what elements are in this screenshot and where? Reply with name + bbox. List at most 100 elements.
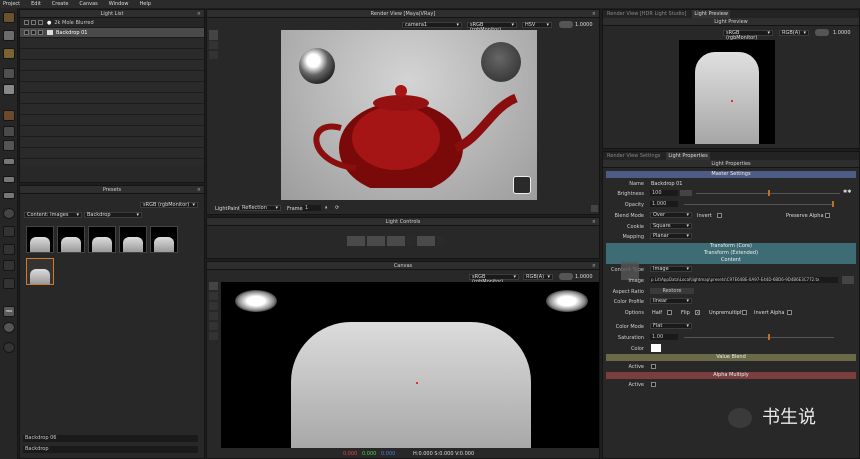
mask-icon[interactable] bbox=[3, 260, 15, 271]
preset-thumbnail-selected[interactable] bbox=[26, 258, 54, 285]
color-profile-dropdown[interactable]: linear bbox=[650, 298, 692, 304]
saturation-slider-handle[interactable] bbox=[768, 334, 770, 340]
image-path-field[interactable]: p Lit\AppData\Local\lightmap\presets\C97… bbox=[650, 277, 838, 283]
star-icon[interactable]: ✱✱ bbox=[843, 189, 851, 195]
move-icon[interactable] bbox=[209, 282, 218, 290]
tab-render-view-settings[interactable]: Render View Settings bbox=[607, 152, 660, 160]
opacity-slider-handle[interactable] bbox=[832, 201, 834, 207]
hand-icon[interactable] bbox=[209, 302, 218, 310]
master-settings-header[interactable]: Master Settings bbox=[606, 171, 856, 178]
preset-content-dropdown[interactable]: Content: Images bbox=[24, 212, 82, 218]
render-colorspace-dropdown[interactable]: sRGB (rgbMonitor) bbox=[467, 22, 517, 33]
alpha-multiply-active-checkbox[interactable] bbox=[651, 382, 656, 387]
scale-icon[interactable] bbox=[387, 236, 405, 246]
exposure-icon[interactable] bbox=[559, 21, 573, 28]
refresh-icon[interactable]: ⟳ bbox=[335, 205, 339, 211]
pointer-icon[interactable] bbox=[209, 41, 218, 49]
transform-extended-header[interactable]: Transform (Extended) bbox=[606, 250, 856, 257]
saturation-input[interactable]: 1.00 bbox=[650, 334, 678, 340]
render-mode-dropdown[interactable]: HSV bbox=[522, 22, 552, 28]
close-icon[interactable]: × bbox=[197, 10, 201, 18]
preset-thumbnail[interactable] bbox=[57, 226, 85, 253]
lightpaint-dropdown[interactable]: Reflection bbox=[239, 205, 281, 211]
color-swatch[interactable] bbox=[651, 344, 661, 352]
render-exposure[interactable]: 1.0000 bbox=[575, 22, 593, 28]
preset-thumbnail[interactable] bbox=[26, 226, 54, 253]
menu-project[interactable]: Project bbox=[3, 1, 20, 7]
menu-canvas[interactable]: Canvas bbox=[79, 1, 97, 7]
close-icon[interactable]: × bbox=[592, 262, 596, 270]
tab-render-view-hdr[interactable]: Render View [HDR Light Studio] bbox=[607, 10, 686, 18]
folder-icon[interactable] bbox=[842, 276, 854, 284]
eyedrop-icon[interactable] bbox=[209, 51, 218, 59]
value-blend-header[interactable]: Value Blend bbox=[606, 354, 856, 361]
close-icon[interactable]: × bbox=[592, 218, 596, 226]
flip-icon[interactable] bbox=[3, 278, 15, 289]
close-icon[interactable]: × bbox=[592, 10, 596, 18]
frame-input[interactable]: 1 bbox=[303, 205, 321, 211]
exposure-icon[interactable] bbox=[559, 273, 573, 280]
band-tool-icon[interactable] bbox=[3, 192, 15, 199]
rotate-icon[interactable] bbox=[347, 236, 365, 246]
blend-mode-dropdown[interactable]: Over bbox=[650, 212, 692, 218]
tab-light-properties[interactable]: Light Properties bbox=[666, 152, 710, 160]
name-value[interactable]: Backdrop 01 bbox=[651, 181, 682, 187]
shape-tool-icon[interactable] bbox=[3, 68, 15, 79]
gradient-tool-icon[interactable] bbox=[3, 158, 15, 165]
menu-window[interactable]: Window bbox=[109, 1, 129, 7]
target-tool-icon[interactable] bbox=[3, 84, 15, 95]
camera-dropdown[interactable]: camera1 bbox=[402, 22, 462, 28]
invert-checkbox[interactable] bbox=[717, 213, 722, 218]
move-tool-icon[interactable] bbox=[3, 140, 15, 151]
globe-icon[interactable] bbox=[3, 322, 15, 333]
cycle-icon[interactable] bbox=[407, 236, 415, 246]
move-icon[interactable] bbox=[367, 236, 385, 246]
menu-edit[interactable]: Edit bbox=[31, 1, 41, 7]
eraser-tool-icon[interactable] bbox=[3, 30, 15, 41]
tab-light-preview[interactable]: Light Preview bbox=[692, 10, 730, 18]
gear-icon[interactable] bbox=[3, 208, 15, 219]
pause-icon[interactable]: ⏸ bbox=[325, 205, 328, 211]
preview-colorspace-dropdown[interactable]: sRGB (rgbMonitor) bbox=[723, 30, 773, 41]
brightness-stepper[interactable] bbox=[680, 190, 692, 196]
mapping-dropdown[interactable]: Planar bbox=[650, 233, 692, 239]
brush-icon[interactable] bbox=[209, 30, 218, 40]
preset-colorspace-dropdown[interactable]: sRGB (rgbMonitor) bbox=[140, 202, 198, 208]
menu-create[interactable]: Create bbox=[52, 1, 69, 7]
content-type-dropdown[interactable]: Image bbox=[650, 266, 692, 272]
preserve-alpha-checkbox[interactable] bbox=[825, 213, 830, 218]
preset-thumbnail[interactable] bbox=[88, 226, 116, 253]
light-list-item-selected[interactable]: Backdrop 01 bbox=[20, 28, 204, 38]
menu-help[interactable]: Help bbox=[140, 1, 151, 7]
pointer-icon[interactable] bbox=[209, 292, 218, 300]
transform-core-header[interactable]: Transform (Core) bbox=[606, 243, 856, 250]
exposure-icon[interactable] bbox=[815, 29, 829, 36]
content-header[interactable]: Content bbox=[606, 257, 856, 264]
frame-icon[interactable] bbox=[209, 332, 218, 340]
render-image[interactable] bbox=[281, 30, 537, 200]
ramp-tool-icon[interactable] bbox=[3, 176, 15, 183]
restore-button[interactable]: Restore bbox=[650, 288, 694, 294]
target-icon[interactable] bbox=[417, 236, 435, 246]
brush-tool-icon[interactable] bbox=[3, 110, 15, 121]
invert-alpha-checkbox[interactable] bbox=[787, 310, 792, 315]
help-icon[interactable] bbox=[3, 342, 15, 353]
transform-tool-icon[interactable] bbox=[3, 126, 15, 137]
paint-tool-icon[interactable] bbox=[3, 12, 15, 23]
fit-icon[interactable] bbox=[209, 322, 218, 330]
flip-checkbox[interactable]: ✕ bbox=[695, 310, 700, 315]
preview-channel-dropdown[interactable]: RGB(A) bbox=[779, 30, 809, 36]
canvas-channel-dropdown[interactable]: RGB(A) bbox=[523, 274, 553, 280]
preview-exposure[interactable]: 1.0000 bbox=[833, 30, 851, 36]
canvas-image[interactable] bbox=[221, 282, 599, 448]
brightness-input[interactable]: 100 bbox=[650, 190, 678, 196]
canvas-colorspace-dropdown[interactable]: sRGB (rgbMonitor) bbox=[469, 274, 519, 285]
unpremultiply-checkbox[interactable] bbox=[742, 310, 747, 315]
light-tool-icon[interactable] bbox=[3, 48, 15, 59]
preset-thumbnail[interactable] bbox=[150, 226, 178, 253]
brush-icon[interactable] bbox=[437, 236, 445, 246]
opacity-input[interactable]: 1.000 bbox=[650, 201, 678, 207]
light-list-item[interactable]: ● 2k Mole Blurred bbox=[20, 18, 204, 28]
value-blend-active-checkbox[interactable] bbox=[651, 364, 656, 369]
settings-icon[interactable] bbox=[591, 205, 598, 212]
